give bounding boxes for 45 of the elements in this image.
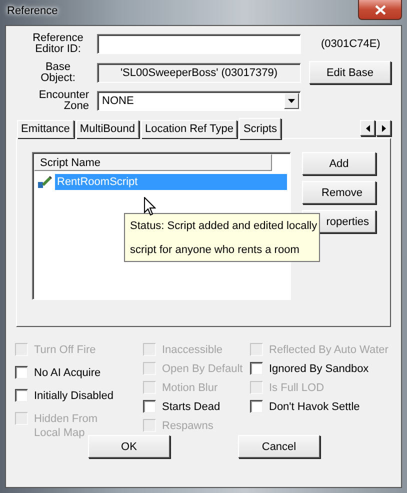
close-icon xyxy=(374,4,386,14)
checkbox-label: Initially Disabled xyxy=(34,389,114,403)
caret-icon xyxy=(288,99,295,103)
checkbox[interactable] xyxy=(15,389,28,402)
left-arrow-icon xyxy=(366,124,370,132)
pencil-icon xyxy=(37,175,52,189)
checkbox[interactable] xyxy=(250,400,263,413)
edit-base-button[interactable]: Edit Base xyxy=(309,61,391,84)
checkbox-label: Is Full LOD xyxy=(269,381,324,395)
field-label: Reference Editor ID: xyxy=(32,33,84,55)
checkbox-label: Reflected By Auto Water xyxy=(269,343,388,357)
checkbox[interactable] xyxy=(250,362,263,375)
tab[interactable]: Location Ref Type xyxy=(140,120,238,138)
checkbox-label: Inaccessible xyxy=(162,343,223,357)
checkbox[interactable] xyxy=(143,400,156,413)
checkbox-label: Starts Dead xyxy=(162,400,220,414)
form-id: (0301C74E) xyxy=(320,38,382,50)
close-button[interactable] xyxy=(358,0,402,20)
tab[interactable]: Scripts xyxy=(239,118,282,139)
tab[interactable]: MultiBound xyxy=(76,120,139,138)
field-label: Encounter Zone xyxy=(38,90,89,112)
checkbox-label: Ignored By Sandbox xyxy=(269,362,369,376)
checkbox-label: No AI Acquire xyxy=(34,366,101,380)
script-button[interactable]: Remove xyxy=(302,181,376,204)
checkbox-label: Turn Off Fire xyxy=(34,343,96,357)
base-object-field: 'SL00SweeperBoss' (03017379) xyxy=(97,62,301,82)
tooltip-text: script for anyone who rents a room xyxy=(130,244,300,256)
checkbox-label: Don't Havok Settle xyxy=(269,400,360,414)
checkbox-label: Open By Default xyxy=(162,362,243,376)
window-title: Reference xyxy=(7,5,58,17)
scroll-left-button[interactable] xyxy=(360,120,375,136)
input-field[interactable] xyxy=(97,34,301,54)
cursor-icon xyxy=(144,197,156,216)
script-button[interactable]: Add xyxy=(302,152,376,175)
field-label: Base Object: xyxy=(40,62,76,84)
dialog-button[interactable]: OK xyxy=(88,435,170,458)
checkbox[interactable] xyxy=(15,366,28,379)
checkbox-label: Respawns xyxy=(162,419,214,433)
dialog-button[interactable]: Cancel xyxy=(238,435,320,458)
checkbox-label: Motion Blur xyxy=(162,381,218,395)
right-arrow-icon xyxy=(382,124,386,132)
scroll-right-button[interactable] xyxy=(376,120,391,136)
dropdown[interactable]: NONE xyxy=(97,91,301,111)
tab[interactable]: Emittance xyxy=(17,120,74,138)
column-header[interactable]: Script Name xyxy=(34,154,272,171)
